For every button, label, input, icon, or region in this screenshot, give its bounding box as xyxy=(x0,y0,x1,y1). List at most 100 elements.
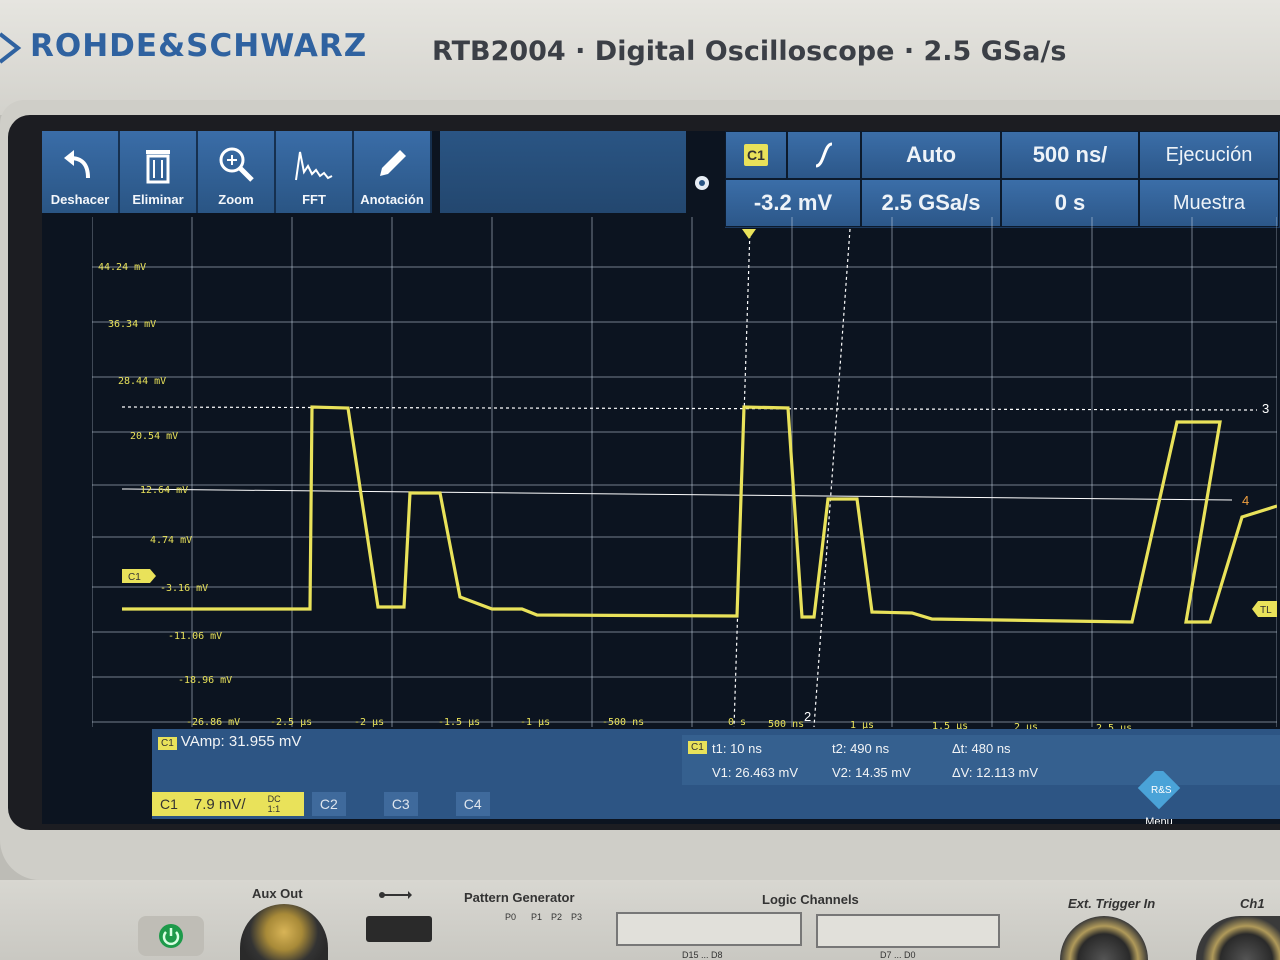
vamp-text: VAmp: 31.955 mV xyxy=(180,733,302,750)
c1-marker-label: C1 xyxy=(128,572,141,583)
y-label-9: -26.86 mV xyxy=(186,717,240,728)
trigger-slope[interactable] xyxy=(787,131,861,179)
cursor-t1: t1: 10 ns xyxy=(712,741,762,756)
menu-label: Menu xyxy=(1145,816,1173,824)
zoom-icon xyxy=(219,147,254,182)
cursor-dv: ΔV: 12.113 mV xyxy=(952,765,1039,780)
channel4-tab[interactable]: C4 xyxy=(455,792,490,816)
undo-label: Deshacer xyxy=(50,192,110,207)
pattern-pin-p0: P0 xyxy=(505,912,517,922)
zoom-button[interactable]: Zoom xyxy=(198,131,276,213)
channel1-trace xyxy=(122,405,1277,624)
trigger-level-marker[interactable]: TL xyxy=(1252,601,1277,617)
ch1-connector[interactable] xyxy=(1196,916,1280,960)
y-label-5: 4.74 mV xyxy=(150,535,192,546)
cursor-v1: V1: 26.463 mV xyxy=(712,765,798,780)
x-label-0: -2.5 µs xyxy=(270,717,312,728)
aux-out-connector[interactable] xyxy=(240,904,328,960)
trash-icon xyxy=(146,150,170,184)
brand-text: ROHDE&SCHWARZ xyxy=(30,28,368,64)
cursor-v2[interactable] xyxy=(813,228,851,728)
logic-connector-low[interactable] xyxy=(816,914,1000,948)
channel1-tab[interactable]: C1 xyxy=(152,792,186,816)
cursor-readout-panel[interactable]: C1 t1: 10 ns t2: 490 ns Δt: 480 ns V1: 2… xyxy=(682,735,1280,785)
ch1-label: Ch1 xyxy=(1240,896,1265,911)
usb-port[interactable] xyxy=(366,916,432,942)
x-label-1: -2 µs xyxy=(354,717,384,728)
y-label-0: 44.24 mV xyxy=(98,262,146,273)
instrument-top-bezel: ROHDE&SCHWARZ RTB2004 · Digital Oscillos… xyxy=(0,0,1280,115)
annotation-button[interactable]: Anotación xyxy=(354,131,432,213)
vamp-measurement[interactable]: C1 VAmp: 31.955 mV xyxy=(158,733,301,750)
annotation-label: Anotación xyxy=(360,192,424,207)
channel2-tab[interactable]: C2 xyxy=(311,792,346,816)
run-state[interactable]: Ejecución xyxy=(1139,131,1279,179)
x-label-5: 0 s xyxy=(728,717,746,728)
pattern-pin-p2: P2 xyxy=(551,912,563,922)
pattern-pin-p3: P3 xyxy=(571,912,583,922)
brand-logo: ROHDE&SCHWARZ xyxy=(0,28,367,66)
cursor3-label: 3 xyxy=(1262,401,1269,416)
power-button[interactable] xyxy=(138,916,204,956)
rs-menu-icon: R&S xyxy=(1137,766,1181,810)
y-label-3: 20.54 mV xyxy=(130,431,178,442)
y-label-7: -11.06 mV xyxy=(168,631,222,642)
logic-channels-label: Logic Channels xyxy=(762,892,859,907)
x-label-3: -1 µs xyxy=(520,717,550,728)
channel1-probe: 1:1 xyxy=(267,804,281,814)
cursor-dt: Δt: 480 ns xyxy=(952,741,1011,756)
timebase[interactable]: 500 ns/ xyxy=(1001,131,1139,179)
pattern-generator-label: Pattern Generator xyxy=(464,890,575,905)
acquisition-info-panel: C1 Auto 500 ns/ Ejecución -3.2 mV 2.5 GS… xyxy=(725,131,1280,228)
ext-trigger-label: Ext. Trigger In xyxy=(1068,896,1156,911)
toolbar: Deshacer Eliminar Zoom FFT Anotación xyxy=(42,131,440,213)
trigger-position-marker[interactable] xyxy=(742,229,756,239)
fft-button[interactable]: FFT xyxy=(276,131,354,213)
y-label-1: 36.34 mV xyxy=(108,319,156,330)
waveform-display[interactable]: 44.24 mV 36.34 mV 28.44 mV 20.54 mV 12.6… xyxy=(92,217,1277,742)
channel1-scale[interactable]: 7.9 mV/DC 1:1 xyxy=(185,792,304,816)
rs-diamond-icon xyxy=(0,31,22,64)
cursor-h4[interactable] xyxy=(121,488,1233,501)
y-label-4: 12.64 mV xyxy=(140,485,188,496)
settings-gear-icon[interactable] xyxy=(692,173,712,193)
menu-button[interactable]: R&S Menu xyxy=(1130,766,1188,824)
delete-label: Eliminar xyxy=(132,192,184,207)
trigger-mode[interactable]: Auto xyxy=(861,131,1001,179)
delete-button[interactable]: Eliminar xyxy=(120,131,198,213)
fft-label: FFT xyxy=(302,192,326,207)
toolbar-spacer xyxy=(440,131,686,213)
product-title: RTB2004 · Digital Oscilloscope · 2.5 GSa… xyxy=(432,36,1067,67)
channel3-tab[interactable]: C3 xyxy=(383,792,418,816)
logic-low-label: D7 ... D0 xyxy=(880,950,916,960)
tl-marker-label: TL xyxy=(1260,605,1272,616)
y-axis-labels: 44.24 mV 36.34 mV 28.44 mV 20.54 mV 12.6… xyxy=(98,262,240,728)
logic-high-label: D15 ... D8 xyxy=(682,950,723,960)
front-panel: Aux Out Pattern Generator P0 P1 P2 P3 Lo… xyxy=(0,880,1280,960)
y-label-6: -3.16 mV xyxy=(160,583,208,594)
undo-button[interactable]: Deshacer xyxy=(42,131,120,213)
cursor-t2: t2: 490 ns xyxy=(832,741,890,756)
usb-icon xyxy=(379,891,412,899)
cursor4-label: 4 xyxy=(1242,493,1249,508)
channel-bar: C1 7.9 mV/DC 1:1 C2 C3 C4 xyxy=(152,789,1280,819)
y-label-2: 28.44 mV xyxy=(118,376,166,387)
vamp-channel-badge: C1 xyxy=(158,737,177,750)
y-label-8: -18.96 mV xyxy=(178,675,232,686)
graticule xyxy=(92,217,1277,727)
x-label-2: -1.5 µs xyxy=(438,717,480,728)
zoom-label: Zoom xyxy=(218,192,254,207)
trigger-channel-badge: C1 xyxy=(744,144,768,166)
trigger-source[interactable]: C1 xyxy=(725,131,787,179)
rising-edge-icon xyxy=(815,142,833,168)
pattern-pin-p1: P1 xyxy=(531,912,543,922)
c1-offset-marker[interactable]: C1 xyxy=(122,569,156,583)
logic-connector-high[interactable] xyxy=(616,912,802,946)
fft-icon xyxy=(295,151,333,181)
pencil-icon xyxy=(380,150,406,176)
svg-text:R&S: R&S xyxy=(1151,785,1172,796)
aux-out-label: Aux Out xyxy=(252,886,303,901)
cursor-channel-badge: C1 xyxy=(688,741,707,754)
power-icon xyxy=(159,924,183,948)
ext-trigger-connector[interactable] xyxy=(1060,916,1148,960)
